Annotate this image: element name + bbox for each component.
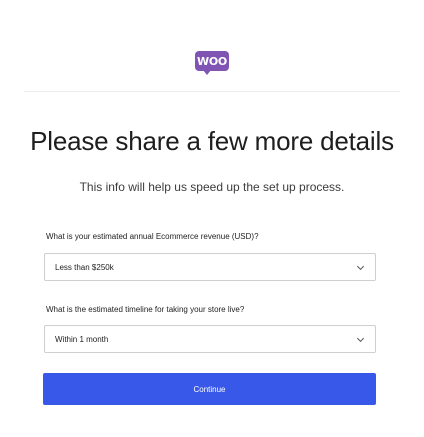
page-subtitle: This info will help us speed up the set …	[79, 180, 345, 194]
timeline-label: What is the estimated timeline for takin…	[46, 305, 245, 314]
continue-button[interactable]: Continue	[43, 373, 376, 405]
timeline-select[interactable]: Within 1 month	[44, 325, 376, 353]
chevron-down-icon	[356, 334, 365, 343]
header: WOO	[0, 0, 424, 92]
timeline-select-value: Within 1 month	[55, 334, 109, 344]
page-title: Please share a few more details	[30, 126, 394, 156]
woo-logo: WOO	[195, 51, 229, 75]
woo-logo-text: WOO	[197, 54, 227, 68]
chevron-down-icon	[356, 262, 365, 271]
header-divider	[24, 91, 400, 92]
revenue-label: What is your estimated annual Ecommerce …	[46, 232, 259, 241]
revenue-select[interactable]: Less than $250k	[44, 253, 376, 281]
revenue-select-value: Less than $250k	[55, 262, 114, 272]
